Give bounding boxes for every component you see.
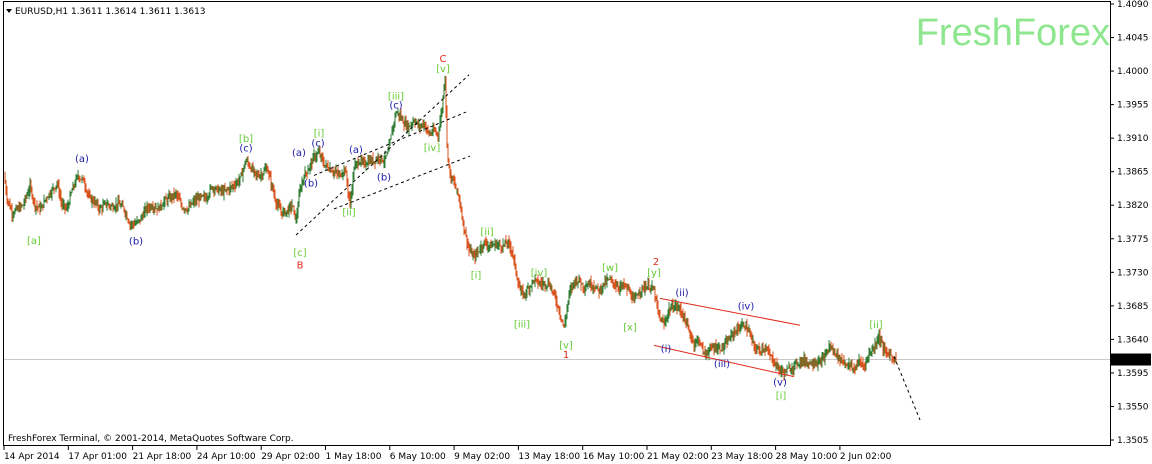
y-tick-label: 1.3685	[1117, 302, 1149, 312]
wave-label: (b)	[377, 173, 391, 184]
x-tick-label: 16 May 10:00	[583, 452, 645, 462]
x-tick-label: 13 May 18:00	[518, 452, 580, 462]
x-tick-label: 14 Apr 2014	[4, 452, 60, 462]
y-tick-label: 1.4000	[1117, 67, 1149, 77]
wave-label: (c)	[311, 138, 324, 149]
x-tick-label: 1 May 18:00	[326, 452, 382, 462]
chart-background	[0, 0, 1152, 464]
wave-label: [iv]	[424, 143, 441, 154]
price-chart[interactable]: [a](a)(b)(c)[b][c]B(a)(b)(c)[i][ii](a)(b…	[0, 0, 1152, 464]
x-tick-label: 28 May 10:00	[776, 452, 838, 462]
wave-label: (c)	[389, 100, 402, 111]
wave-label: [y]	[647, 268, 661, 279]
wave-label: [ii]	[480, 227, 493, 238]
wave-label: [ii]	[869, 320, 882, 331]
wave-label: C	[440, 54, 447, 65]
wave-label: (iv)	[738, 302, 755, 313]
wave-label: (b)	[129, 237, 143, 248]
x-tick-label: 29 Apr 02:00	[261, 452, 320, 462]
y-tick-label: 1.3820	[1117, 201, 1149, 211]
wave-label: [iii]	[514, 319, 530, 330]
wave-label: (iii)	[714, 359, 730, 370]
wave-label: (c)	[239, 144, 252, 155]
wave-label: [b]	[239, 134, 253, 145]
wave-label: 2	[653, 257, 659, 268]
wave-label: [ii]	[342, 208, 355, 219]
wave-label: [i]	[314, 129, 325, 140]
x-tick-label: 6 May 10:00	[390, 452, 446, 462]
wave-label: 1	[563, 350, 569, 361]
wave-label: (a)	[75, 154, 89, 165]
wave-label: [v]	[436, 64, 450, 75]
wave-label: (b)	[304, 179, 318, 190]
x-tick-label: 17 Apr 01:00	[68, 452, 127, 462]
y-tick-label: 1.3730	[1117, 268, 1149, 278]
x-tick-label: 24 Apr 10:00	[197, 452, 256, 462]
y-tick-label: 1.4045	[1117, 34, 1149, 44]
x-tick-label: 23 May 18:00	[711, 452, 773, 462]
y-tick-label: 1.3505	[1117, 436, 1149, 446]
wave-label: [x]	[623, 322, 637, 333]
wave-label: [a]	[27, 236, 41, 247]
wave-label: (a)	[292, 148, 306, 159]
symbol-info: EURUSD,H1 1.3611 1.3614 1.3611 1.3613	[15, 7, 206, 17]
wave-label: (i)	[661, 344, 672, 355]
wave-label: (v)	[773, 378, 787, 389]
x-tick-label: 21 Apr 18:00	[133, 452, 192, 462]
wave-label: [i]	[776, 391, 787, 402]
x-tick-label: 21 May 02:00	[647, 452, 709, 462]
copyright-text: FreshForex Terminal, © 2001-2014, MetaQu…	[8, 434, 294, 444]
y-tick-label: 1.3865	[1117, 168, 1149, 178]
y-tick-label: 1.3595	[1117, 369, 1149, 379]
wave-label: B	[297, 261, 304, 272]
wave-label: (a)	[349, 145, 363, 156]
y-tick-label: 1.3910	[1117, 134, 1149, 144]
x-tick-label: 2 Jun 02:00	[840, 452, 892, 462]
watermark-logo: FreshForex	[916, 12, 1110, 54]
y-tick-label: 1.3775	[1117, 235, 1149, 245]
wave-label: [iv]	[531, 268, 548, 279]
x-tick-label: 9 May 02:00	[454, 452, 510, 462]
y-tick-label: 1.3550	[1117, 402, 1149, 412]
wave-label: (ii)	[675, 288, 688, 299]
y-tick-label: 1.4090	[1117, 0, 1149, 10]
y-tick-label: 1.3955	[1117, 101, 1149, 111]
wave-label: [c]	[293, 248, 306, 259]
wave-label: [i]	[471, 270, 482, 281]
y-tick-label: 1.3640	[1117, 335, 1149, 345]
current-price-label: 1.3613	[1117, 356, 1149, 366]
wave-label: [w]	[602, 263, 618, 274]
